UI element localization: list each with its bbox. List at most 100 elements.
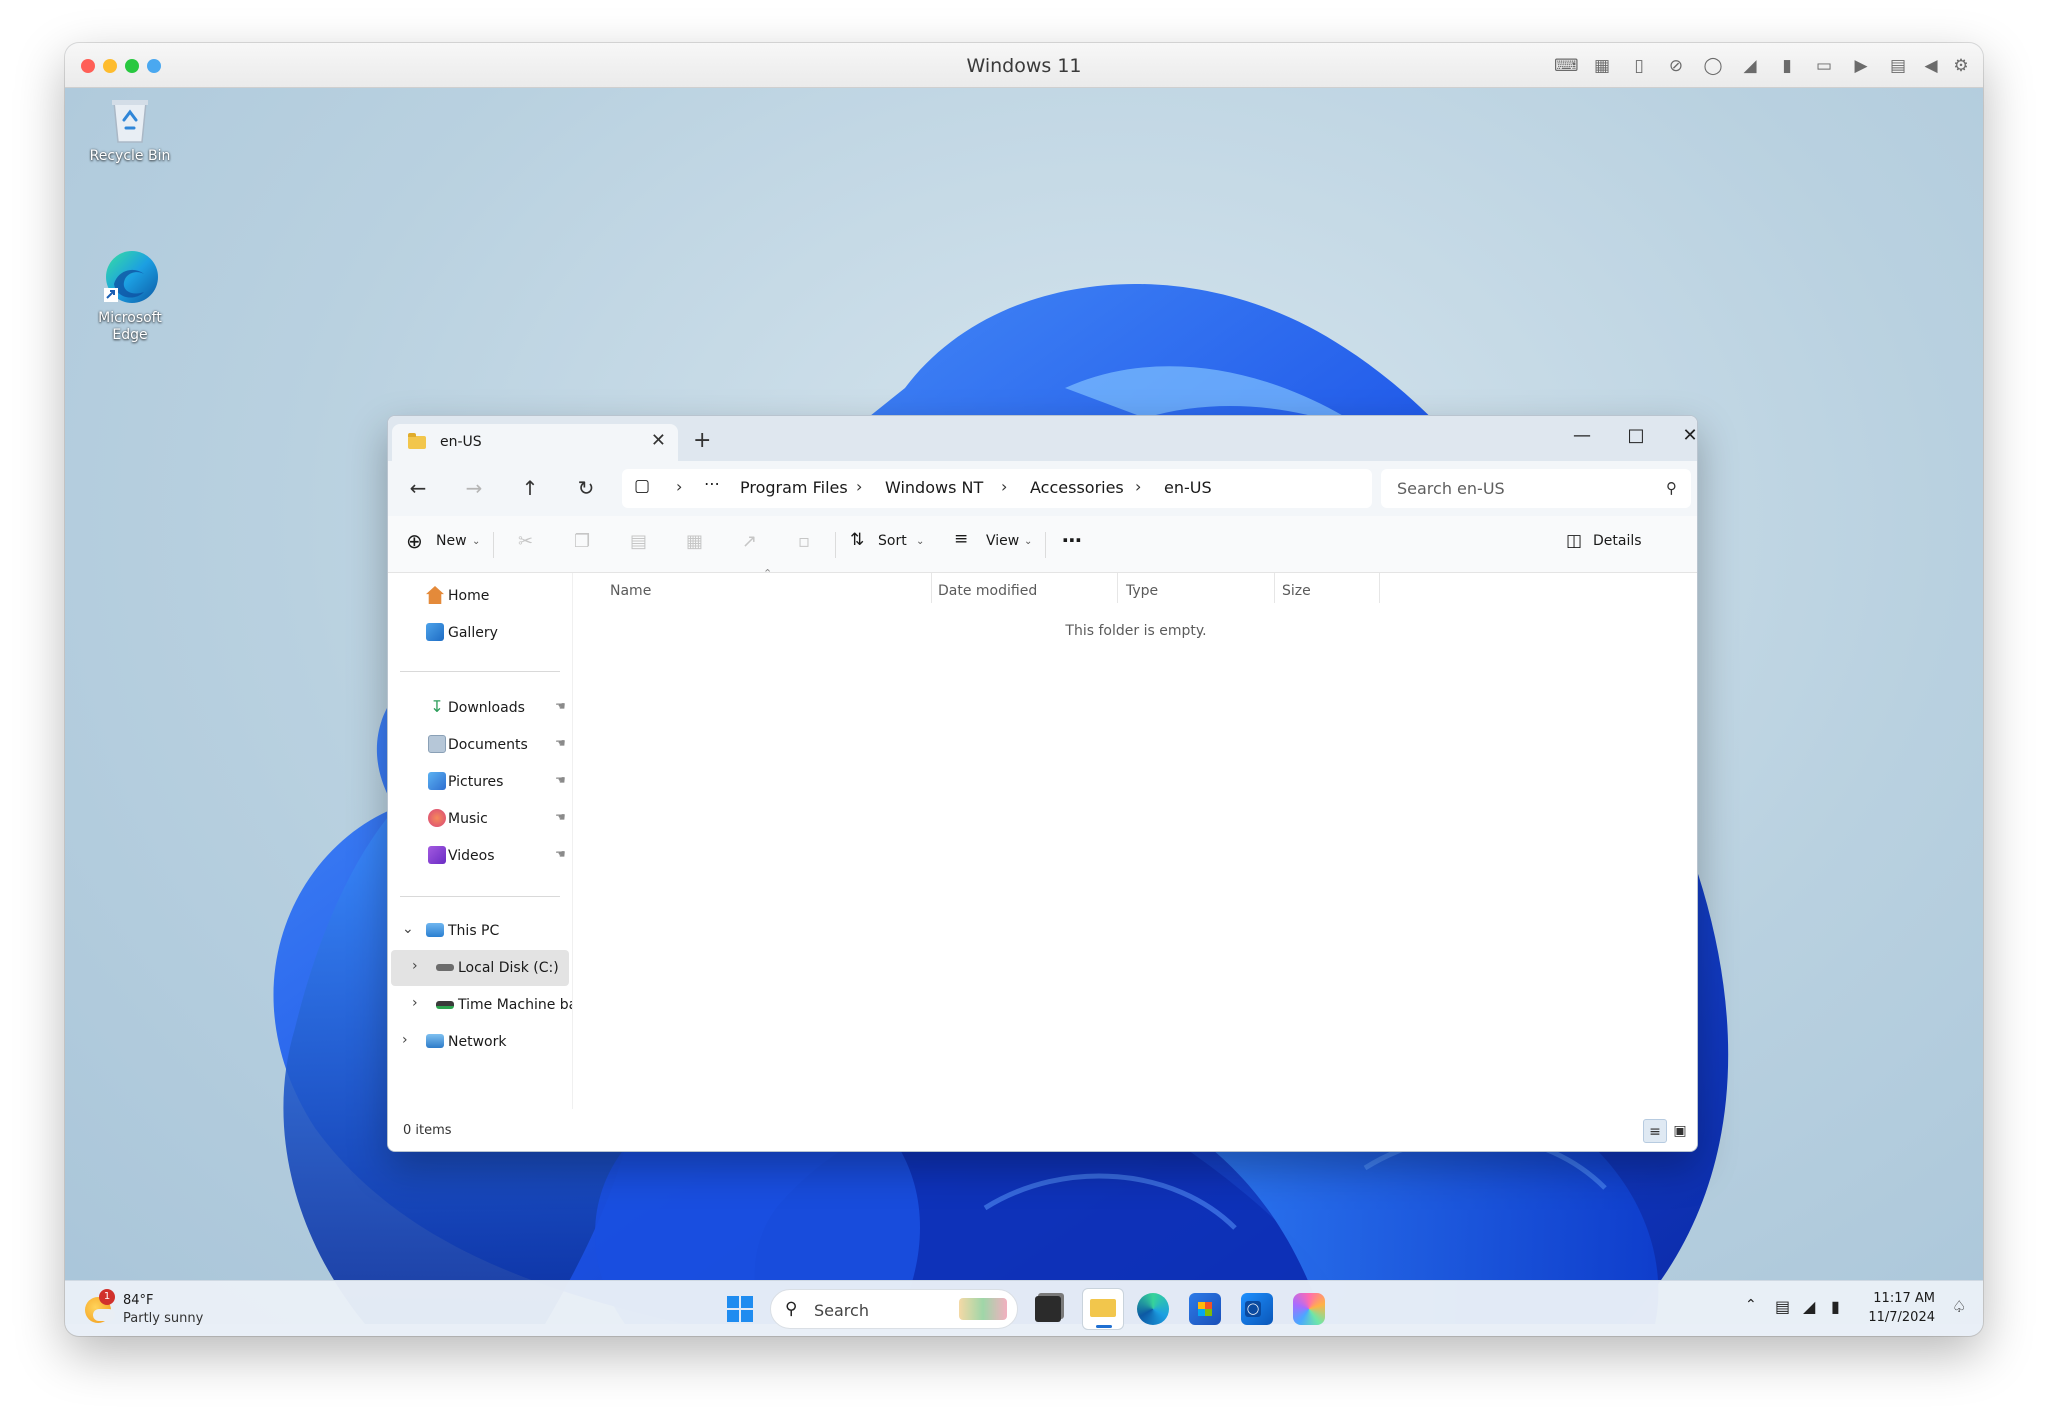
- details-pane-icon[interactable]: ◫: [1566, 531, 1582, 551]
- see-more-button[interactable]: ⋯: [1062, 528, 1082, 552]
- breadcrumb-accessories[interactable]: Accessories: [1030, 478, 1124, 497]
- chevron-right-icon[interactable]: ›: [1135, 477, 1141, 496]
- nav-item-gallery[interactable]: Gallery: [388, 615, 571, 651]
- nav-item-pictures[interactable]: Pictures ☚: [388, 764, 571, 800]
- weather-widget[interactable]: 1 84°F Partly sunny: [85, 1287, 225, 1331]
- copilot-taskbar-button[interactable]: [1293, 1293, 1325, 1325]
- back-arrow-icon[interactable]: ◀: [1920, 55, 1942, 77]
- chevron-right-icon[interactable]: ›: [856, 477, 862, 496]
- breadcrumb-en-us[interactable]: en-US: [1164, 478, 1212, 497]
- share-icon[interactable]: ↗: [742, 531, 757, 552]
- network-status-icon[interactable]: ▤: [1775, 1297, 1790, 1316]
- breadcrumb-overflow[interactable]: ⋯: [704, 474, 720, 493]
- store-taskbar-button[interactable]: [1189, 1293, 1221, 1325]
- column-divider[interactable]: [1274, 573, 1275, 603]
- nav-item-network[interactable]: › Network: [388, 1024, 571, 1060]
- file-explorer-taskbar-button[interactable]: [1082, 1288, 1124, 1330]
- nav-item-downloads[interactable]: ↧ Downloads ☚: [388, 690, 571, 726]
- pin-icon[interactable]: ☚: [555, 773, 566, 787]
- sort-icon[interactable]: ⇅: [850, 530, 864, 550]
- back-button[interactable]: ←: [402, 473, 434, 503]
- video-camera-icon[interactable]: ▶: [1850, 55, 1872, 77]
- volume-icon[interactable]: ◢: [1803, 1297, 1815, 1316]
- new-button[interactable]: New: [436, 533, 467, 549]
- chevron-right-icon[interactable]: ›: [412, 995, 418, 1011]
- nav-item-time-machine[interactable]: › Time Machine bac: [388, 987, 585, 1023]
- chevron-right-icon[interactable]: ›: [1001, 477, 1007, 496]
- minimize-button[interactable]: —: [1559, 421, 1605, 451]
- nav-item-home[interactable]: Home: [388, 578, 571, 614]
- refresh-button[interactable]: ↻: [570, 473, 602, 503]
- column-divider[interactable]: [1117, 573, 1118, 603]
- view-button[interactable]: View: [986, 533, 1019, 549]
- details-button[interactable]: Details: [1593, 533, 1642, 549]
- pin-icon[interactable]: ☚: [555, 810, 566, 824]
- nav-item-music[interactable]: Music ☚: [388, 801, 571, 837]
- nav-item-this-pc[interactable]: ⌄ This PC: [388, 913, 571, 949]
- column-header-name[interactable]: Name: [610, 583, 651, 599]
- pin-icon[interactable]: ☚: [555, 847, 566, 861]
- breadcrumb-windows-nt[interactable]: Windows NT: [885, 478, 983, 497]
- chevron-down-icon[interactable]: ⌄: [916, 536, 924, 547]
- column-header-size[interactable]: Size: [1282, 583, 1311, 599]
- drive-icon[interactable]: ▭: [1813, 55, 1835, 77]
- tiles-view-button[interactable]: ▣: [1668, 1119, 1692, 1143]
- details-view-button[interactable]: ≡: [1643, 1119, 1667, 1143]
- address-bar[interactable]: ▢ › ⋯ Program Files › Windows NT › Acces…: [622, 469, 1372, 508]
- new-plus-icon[interactable]: ⊕: [406, 529, 423, 553]
- gear-icon[interactable]: ⚙: [1950, 55, 1972, 77]
- pin-icon[interactable]: ☚: [555, 699, 566, 713]
- globe-icon[interactable]: ◯: [1702, 55, 1724, 77]
- delete-icon[interactable]: ▫: [798, 531, 810, 552]
- column-header-date-modified[interactable]: Date modified: [938, 583, 1037, 599]
- column-header-type[interactable]: Type: [1126, 583, 1158, 599]
- microphone-icon[interactable]: ▮: [1776, 55, 1798, 77]
- maximize-button[interactable]: □: [1613, 421, 1659, 451]
- chevron-down-icon[interactable]: ⌄: [402, 921, 414, 937]
- usb-icon[interactable]: ▯: [1628, 55, 1650, 77]
- clock[interactable]: 11:17 AM 11/7/2024: [1865, 1289, 1935, 1327]
- paste-icon[interactable]: ▤: [630, 531, 647, 552]
- speaker-icon[interactable]: ◢: [1739, 55, 1761, 77]
- sort-button[interactable]: Sort: [878, 533, 907, 549]
- view-icon[interactable]: ≡: [954, 529, 968, 549]
- pin-icon[interactable]: ☚: [555, 736, 566, 750]
- recycle-bin[interactable]: Recycle Bin: [85, 96, 175, 165]
- nav-item-videos[interactable]: Videos ☚: [388, 838, 571, 874]
- forward-button[interactable]: →: [458, 473, 490, 503]
- chevron-right-icon[interactable]: ›: [412, 958, 418, 974]
- edge-taskbar-button[interactable]: [1137, 1293, 1169, 1325]
- chevron-right-icon[interactable]: ›: [676, 477, 682, 496]
- show-hidden-icons-button[interactable]: ⌃: [1745, 1297, 1757, 1313]
- camera-off-icon[interactable]: ⊘: [1665, 55, 1687, 77]
- close-tab-icon[interactable]: ✕: [651, 430, 666, 451]
- search-input[interactable]: Search en-US: [1397, 479, 1505, 498]
- microsoft-edge-shortcut[interactable]: Microsoft Edge: [85, 248, 175, 344]
- chevron-down-icon[interactable]: ⌄: [472, 536, 480, 547]
- column-divider[interactable]: [1379, 573, 1380, 603]
- computer-icon[interactable]: ▢: [634, 476, 650, 496]
- notification-bell-icon[interactable]: ♤: [1952, 1297, 1966, 1316]
- copy-icon[interactable]: ❐: [574, 531, 590, 552]
- tab-en-us[interactable]: en-US ✕: [392, 424, 678, 461]
- search-box[interactable]: Search en-US ⚲: [1381, 469, 1691, 508]
- breadcrumb-program-files[interactable]: Program Files: [740, 478, 848, 497]
- taskbar-search[interactable]: ⚲ Search: [770, 1289, 1018, 1329]
- nav-item-local-disk[interactable]: › Local Disk (C:): [388, 950, 571, 986]
- chevron-right-icon[interactable]: ›: [402, 1032, 408, 1048]
- nav-item-documents[interactable]: Documents ☚: [388, 727, 571, 763]
- battery-icon[interactable]: ▮: [1831, 1297, 1840, 1316]
- cut-icon[interactable]: ✂: [518, 531, 533, 552]
- outlook-taskbar-button[interactable]: ◯: [1241, 1293, 1273, 1325]
- up-button[interactable]: ↑: [514, 473, 546, 503]
- task-view-button[interactable]: [1035, 1296, 1061, 1322]
- close-window-button[interactable]: ✕: [1667, 421, 1697, 451]
- column-divider[interactable]: [931, 573, 932, 603]
- cpu-icon[interactable]: ▦: [1591, 55, 1613, 77]
- shared-folder-icon[interactable]: ▤: [1887, 55, 1909, 77]
- chevron-down-icon[interactable]: ⌄: [1024, 536, 1032, 547]
- start-button[interactable]: [724, 1293, 756, 1325]
- rename-icon[interactable]: ▦: [686, 531, 703, 552]
- taskbar-search-input[interactable]: Search: [814, 1301, 869, 1320]
- keyboard-icon[interactable]: ⌨: [1554, 55, 1579, 77]
